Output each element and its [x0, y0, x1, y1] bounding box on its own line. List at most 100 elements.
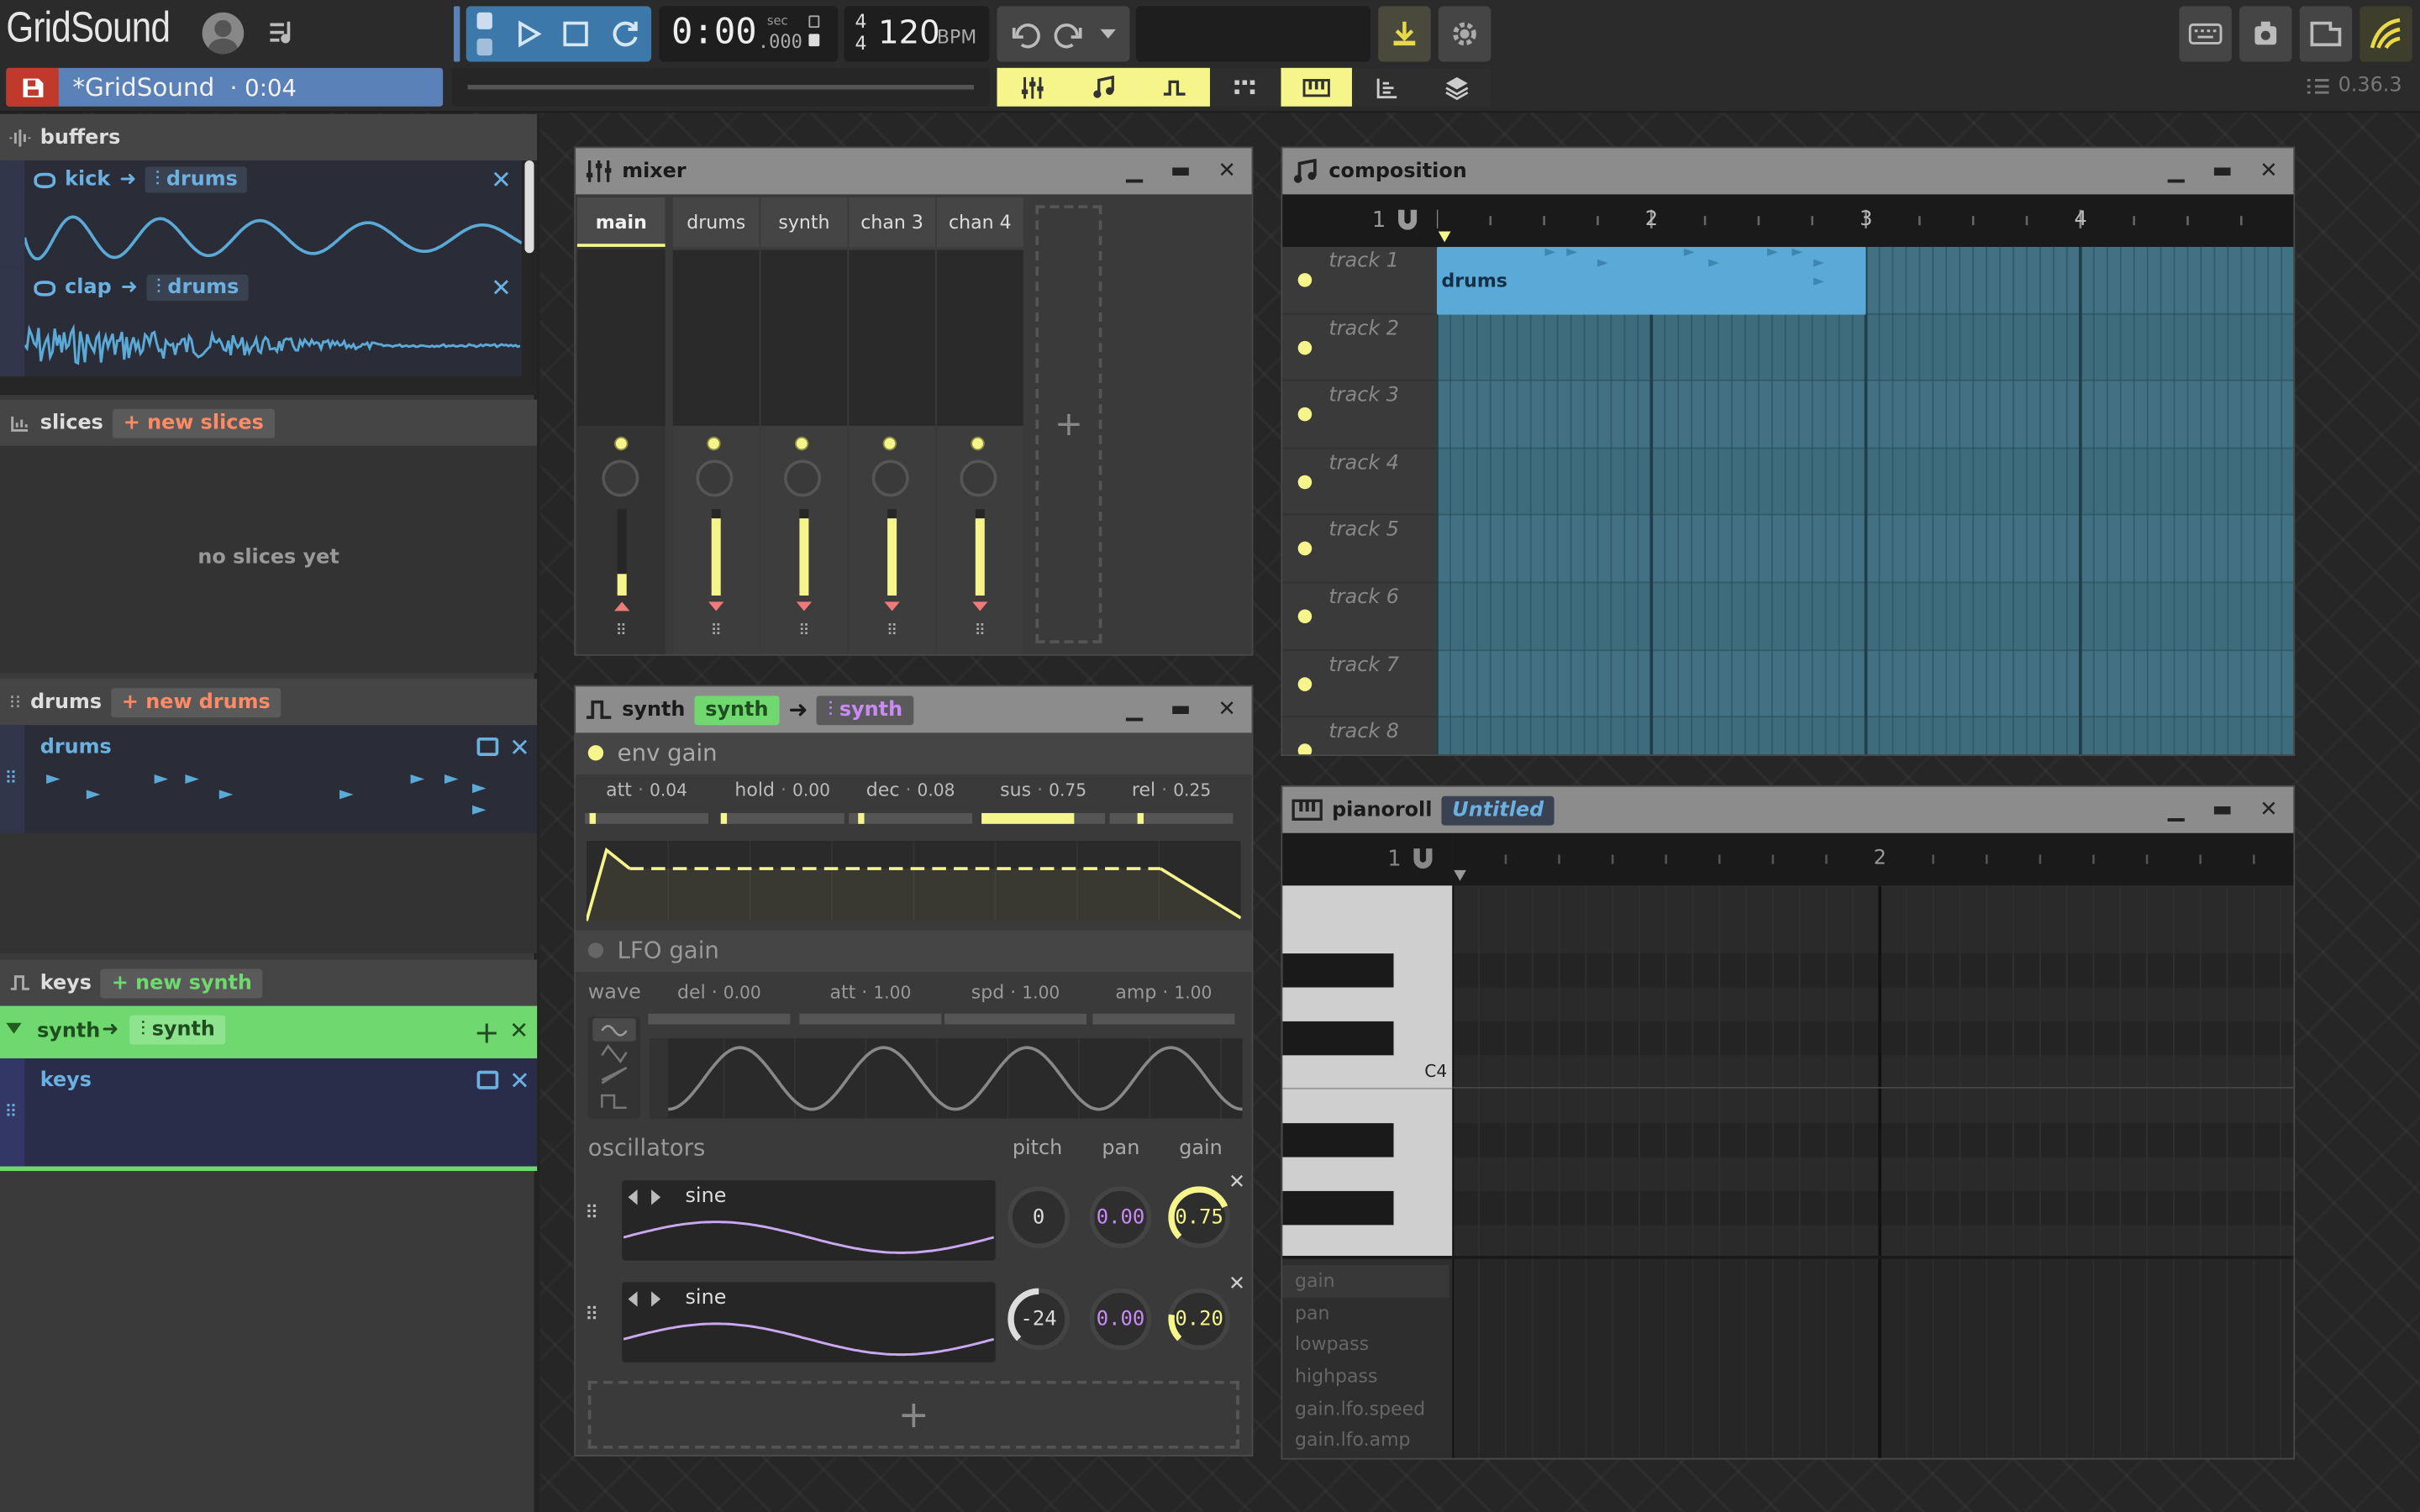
prev-wave-icon[interactable] — [628, 1189, 638, 1205]
cookie-button[interactable] — [2239, 6, 2292, 62]
automation-grid[interactable] — [1452, 1256, 2294, 1458]
lfo-param-spd[interactable]: spd · 1.00 — [944, 979, 1087, 1026]
drums-toggle[interactable] — [1210, 68, 1281, 107]
mixer-window-header[interactable]: mixer ▁ ▬ ✕ — [576, 148, 1252, 195]
close-icon[interactable]: ✕ — [1214, 159, 1239, 183]
automation-item[interactable]: pan — [1282, 1297, 1449, 1329]
pan-knob[interactable] — [871, 459, 909, 497]
env-param-sus[interactable]: sus · 0.75 — [981, 780, 1106, 835]
close-icon[interactable]: ✕ — [1214, 697, 1239, 722]
automation-item[interactable]: gain — [1282, 1265, 1449, 1298]
param-slider-track[interactable] — [648, 1013, 791, 1025]
keys-item[interactable]: ⠿ keys ✕ — [0, 1058, 538, 1167]
composition-toggle[interactable] — [1067, 67, 1139, 107]
buffer-dest-chip[interactable]: ⫶ drums — [145, 166, 247, 193]
mixer-channel-main[interactable]: main ⠿ — [576, 197, 666, 654]
osc-gain-knob[interactable]: 0.75 — [1168, 1186, 1230, 1248]
synth-name-chip[interactable]: synth — [694, 695, 780, 725]
track-toggle-led[interactable] — [1297, 542, 1313, 556]
mixer-channel-drums[interactable]: drums ⠿ — [672, 197, 760, 654]
param-slider-track[interactable] — [585, 812, 709, 824]
channel-toggle-led[interactable] — [971, 436, 985, 451]
track-header[interactable]: track 8 — [1282, 717, 1437, 755]
play-icon[interactable] — [513, 18, 544, 50]
minimize-icon[interactable]: ▁ — [1122, 697, 1146, 722]
synth-dest-chip[interactable]: ⫶ synth — [129, 1015, 226, 1045]
buffer-dest-chip[interactable]: ⫶ drums — [146, 274, 249, 302]
track-toggle-led[interactable] — [1297, 407, 1313, 422]
param-slider-thumb[interactable] — [589, 812, 596, 824]
pan-knob[interactable] — [784, 459, 822, 497]
track-header[interactable]: track 5 — [1282, 516, 1437, 584]
lfo-param-att[interactable]: att · 1.00 — [799, 979, 942, 1026]
track-header[interactable]: track 7 — [1282, 650, 1437, 718]
mixer-toggle[interactable] — [997, 67, 1068, 107]
black-key[interactable] — [1282, 953, 1394, 988]
tempo-display[interactable]: 4 4 120 BPM — [844, 6, 990, 62]
channel-grip-icon[interactable]: ⠿ — [937, 623, 1023, 640]
channel-grip-icon[interactable]: ⠿ — [849, 623, 935, 640]
magnet-icon[interactable] — [1394, 207, 1422, 234]
env-param-rel[interactable]: rel · 0.25 — [1109, 780, 1234, 835]
channel-grip-icon[interactable]: ⠿ — [577, 623, 666, 640]
song-title-bar[interactable]: *GridSound · 0:04 — [6, 67, 444, 107]
black-key[interactable] — [1282, 1123, 1394, 1158]
track-header[interactable]: track 1 — [1282, 246, 1437, 314]
lfo-param-del[interactable]: del · 0.00 — [648, 979, 791, 1026]
black-key[interactable] — [1282, 1021, 1394, 1056]
remove-synth-icon[interactable]: ✕ — [509, 1016, 529, 1044]
pattern-clip-drums[interactable]: drums — [1436, 246, 1866, 314]
pianoroll-grid[interactable] — [1452, 885, 2294, 1257]
remove-buffer-icon[interactable]: ✕ — [491, 165, 512, 195]
track-toggle-led[interactable] — [1297, 609, 1313, 624]
osc-wave-box[interactable]: sine — [622, 1180, 996, 1261]
synth-window-header[interactable]: synth synth ➜ ⫶ synth ▁ ▬ ✕ — [576, 686, 1252, 733]
track-toggle-led[interactable] — [1297, 475, 1313, 489]
pan-knob[interactable] — [696, 459, 734, 497]
buffers-scrollbar[interactable] — [524, 160, 534, 254]
track-header[interactable]: track 4 — [1282, 449, 1437, 517]
automation-item[interactable]: lowpass — [1282, 1329, 1449, 1361]
fullscreen-button[interactable] — [2299, 6, 2353, 62]
channel-toggle-led[interactable] — [614, 436, 629, 451]
synth-dest-chip[interactable]: ⫶ synth — [817, 695, 913, 725]
osc-pan-knob[interactable]: 0.00 — [1089, 1288, 1152, 1351]
pianoroll-pattern-chip[interactable]: Untitled — [1441, 795, 1555, 825]
next-wave-icon[interactable] — [651, 1189, 661, 1205]
drag-handle-icon[interactable]: ⠿ — [585, 1304, 598, 1326]
duplicate-icon[interactable] — [476, 1070, 499, 1089]
playlist-icon[interactable] — [266, 15, 299, 49]
pan-knob[interactable] — [960, 459, 997, 497]
add-pattern-icon[interactable]: + — [474, 1014, 500, 1051]
minimize-icon[interactable]: ▁ — [2164, 159, 2188, 183]
channel-grip-icon[interactable]: ⠿ — [760, 623, 847, 640]
param-slider-track[interactable] — [720, 812, 844, 824]
track-toggle-led[interactable] — [1297, 340, 1313, 354]
download-button[interactable] — [1378, 6, 1431, 62]
new-drums-button[interactable]: + new drums — [111, 687, 281, 717]
app-logo-button[interactable] — [2360, 6, 2412, 62]
save-icon[interactable] — [6, 67, 59, 107]
maximize-icon[interactable]: ▬ — [2210, 798, 2234, 822]
mixer-channel-chan-3[interactable]: chan 3 ⠿ — [849, 197, 936, 654]
pianoroll-toggle[interactable] — [1281, 67, 1352, 107]
minimize-icon[interactable]: ▁ — [1122, 159, 1146, 183]
drag-handle-icon[interactable]: ⠿ — [585, 1202, 598, 1224]
mixer-channel-synth[interactable]: synth ⠿ — [760, 197, 848, 654]
oscillator-row[interactable]: ⠿ sine -24 0.00 0.20 ✕ — [576, 1273, 1251, 1368]
track-toggle-led[interactable] — [1297, 743, 1313, 755]
maximize-icon[interactable]: ▬ — [2210, 159, 2234, 183]
composition-ruler[interactable]: 2 3 4 — [1436, 194, 2294, 247]
osc-pitch-knob[interactable]: -24 — [1007, 1288, 1070, 1351]
osc-pitch-knob[interactable]: 0 — [1007, 1186, 1070, 1248]
maximize-icon[interactable]: ▬ — [1168, 697, 1192, 722]
param-slider-track[interactable] — [1092, 1013, 1235, 1025]
synth-row[interactable]: synth ➜ ⫶ synth + ✕ — [0, 1005, 538, 1058]
song-progress[interactable] — [452, 67, 990, 107]
channel-toggle-led[interactable] — [882, 436, 897, 451]
automation-item[interactable]: highpass — [1282, 1361, 1449, 1393]
drag-handle-icon[interactable]: ⠿ — [5, 1101, 18, 1121]
lfo-toggle[interactable] — [587, 942, 604, 958]
playhead-marker-icon[interactable] — [1454, 869, 1466, 881]
param-slider-thumb[interactable] — [1137, 812, 1144, 824]
